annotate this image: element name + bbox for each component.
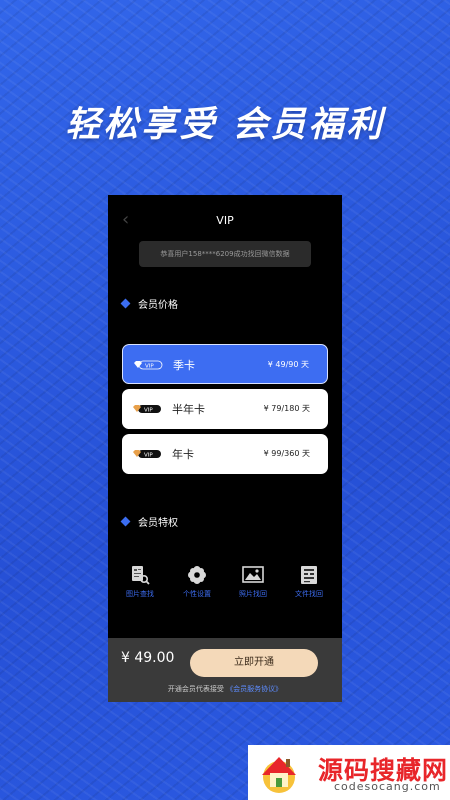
- price-section-title: 会员价格: [138, 300, 178, 311]
- plan-quarterly[interactable]: VIP 季卡 ¥ 49/90 天: [122, 344, 328, 384]
- privilege-section-header: 会员特权: [120, 516, 178, 531]
- plan-price: ¥ 49/90 天: [267, 360, 309, 369]
- privilege-section-title: 会员特权: [138, 518, 178, 529]
- plan-price: ¥ 79/180 天: [263, 404, 310, 413]
- plan-price: ¥ 99/360 天: [263, 449, 310, 458]
- diamond-icon: [120, 298, 131, 309]
- photo-icon: [242, 566, 264, 583]
- site-watermark: 源码搜藏网 codesocang.com: [248, 745, 450, 800]
- document-icon: [301, 566, 317, 584]
- promo-headline: 轻松享受 会员福利: [65, 105, 385, 145]
- agreement-line: 开通会员代表接受 《会员服务协议》: [108, 684, 342, 694]
- vip-badge-icon: VIP: [134, 360, 163, 370]
- plan-name: 年卡: [172, 448, 194, 461]
- vip-badge-icon: VIP: [133, 405, 161, 414]
- price-section-header: 会员价格: [120, 298, 178, 313]
- privilege-label: 个性设置: [183, 590, 211, 598]
- vip-badge-text: VIP: [145, 364, 154, 370]
- plan-yearly[interactable]: VIP 年卡 ¥ 99/360 天: [122, 434, 328, 474]
- house-logo-icon: [262, 757, 296, 793]
- vip-badge-icon: VIP: [133, 450, 161, 459]
- privilege-label: 图片查找: [126, 590, 154, 598]
- subscribe-button[interactable]: 立即开通: [190, 649, 318, 677]
- plan-name: 季卡: [173, 359, 195, 372]
- plan-name: 半年卡: [172, 403, 205, 416]
- privilege-label: 文件找回: [295, 590, 323, 598]
- image-search-icon: [132, 566, 150, 585]
- privilege-label: 照片找回: [239, 590, 267, 598]
- flower-settings-icon: [188, 566, 206, 584]
- agreement-text: 开通会员代表接受: [167, 685, 224, 693]
- total-price: ¥ 49.00: [121, 650, 175, 666]
- privilege-grid: 图片查找 个性设置 照片找回 文件找回: [108, 565, 342, 605]
- recovery-notice: 恭喜用户158****6209成功找回微信数据: [139, 241, 311, 267]
- phone-screen: ‹ VIP 恭喜用户158****6209成功找回微信数据 会员价格 VIP 季…: [108, 195, 342, 702]
- vip-badge-text: VIP: [144, 453, 153, 459]
- agreement-link[interactable]: 《会员服务协议》: [226, 685, 282, 693]
- privilege-personal-settings[interactable]: 个性设置: [171, 565, 223, 599]
- privilege-image-search[interactable]: 图片查找: [114, 565, 166, 599]
- plan-half-year[interactable]: VIP 半年卡 ¥ 79/180 天: [122, 389, 328, 429]
- watermark-domain: codesocang.com: [334, 780, 441, 793]
- checkout-bar: ¥ 49.00 立即开通 开通会员代表接受 《会员服务协议》: [108, 638, 342, 702]
- privilege-file-recovery[interactable]: 文件找回: [283, 565, 335, 599]
- page-title: VIP: [216, 214, 234, 227]
- diamond-icon: [120, 516, 131, 527]
- nav-bar: ‹ VIP: [108, 210, 342, 231]
- vip-badge-text: VIP: [144, 408, 153, 414]
- privilege-photo-recovery[interactable]: 照片找回: [227, 565, 279, 599]
